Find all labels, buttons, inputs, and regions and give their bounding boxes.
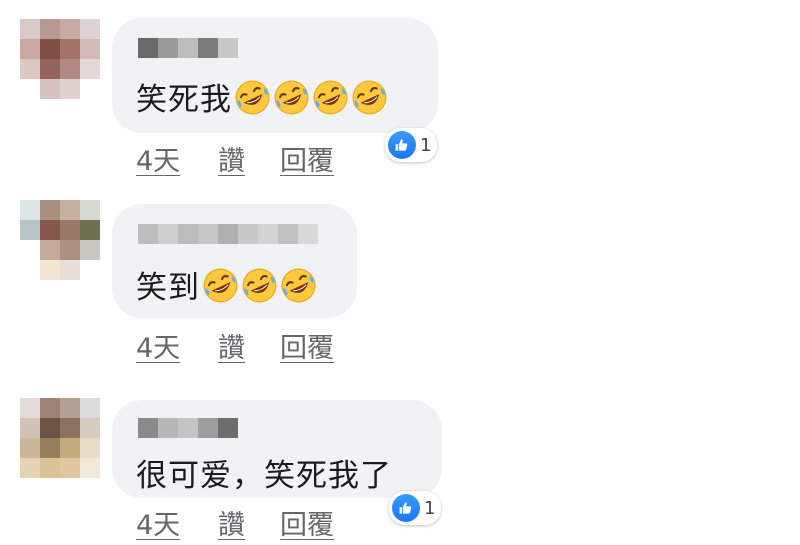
rofl-emoji-icon xyxy=(234,79,271,116)
like-button[interactable]: 讚 xyxy=(218,326,280,365)
comment-text: 笑到 xyxy=(136,262,317,307)
reaction-summary[interactable]: 1 xyxy=(389,491,442,525)
rofl-emoji-icon xyxy=(280,267,317,304)
avatar[interactable] xyxy=(20,19,100,99)
reaction-count: 1 xyxy=(424,497,436,519)
rofl-emoji-icon xyxy=(351,79,388,116)
avatar[interactable] xyxy=(20,200,100,280)
comment-text: 很可爱，笑死我了 xyxy=(136,450,392,495)
avatar[interactable] xyxy=(20,398,100,478)
comment-bubble: 笑死我 xyxy=(112,18,438,133)
comment-actions: 4天 讚 回覆 xyxy=(136,326,334,365)
reply-button[interactable]: 回覆 xyxy=(280,139,334,178)
comment-bubble: 很可爱，笑死我了 xyxy=(112,400,442,498)
reaction-count: 1 xyxy=(420,134,432,156)
comment-text-content: 笑死我 xyxy=(136,82,232,118)
reply-button[interactable]: 回覆 xyxy=(280,326,334,365)
author-name-redacted[interactable] xyxy=(138,418,238,438)
rofl-emoji-icon xyxy=(273,79,310,116)
comment-text: 笑死我 xyxy=(136,74,388,119)
timestamp-link[interactable]: 4天 xyxy=(136,326,218,365)
author-name-redacted[interactable] xyxy=(138,224,318,244)
rofl-emoji-icon xyxy=(241,267,278,304)
like-reaction-icon xyxy=(392,494,420,522)
comment-bubble: 笑到 xyxy=(112,204,357,318)
comment-text-content: 很可爱，笑死我了 xyxy=(136,458,392,494)
reaction-summary[interactable]: 1 xyxy=(385,128,438,162)
rofl-emoji-icon xyxy=(202,267,239,304)
author-name-redacted[interactable] xyxy=(138,38,238,58)
comment-actions: 4天 讚 回覆 xyxy=(136,139,334,178)
reply-button[interactable]: 回覆 xyxy=(280,503,334,542)
timestamp-link[interactable]: 4天 xyxy=(136,503,218,542)
like-reaction-icon xyxy=(388,131,416,159)
comment-actions: 4天 讚 回覆 xyxy=(136,503,334,542)
timestamp-link[interactable]: 4天 xyxy=(136,139,218,178)
like-button[interactable]: 讚 xyxy=(218,503,280,542)
rofl-emoji-icon xyxy=(312,79,349,116)
comment-text-content: 笑到 xyxy=(136,270,200,306)
like-button[interactable]: 讚 xyxy=(218,139,280,178)
